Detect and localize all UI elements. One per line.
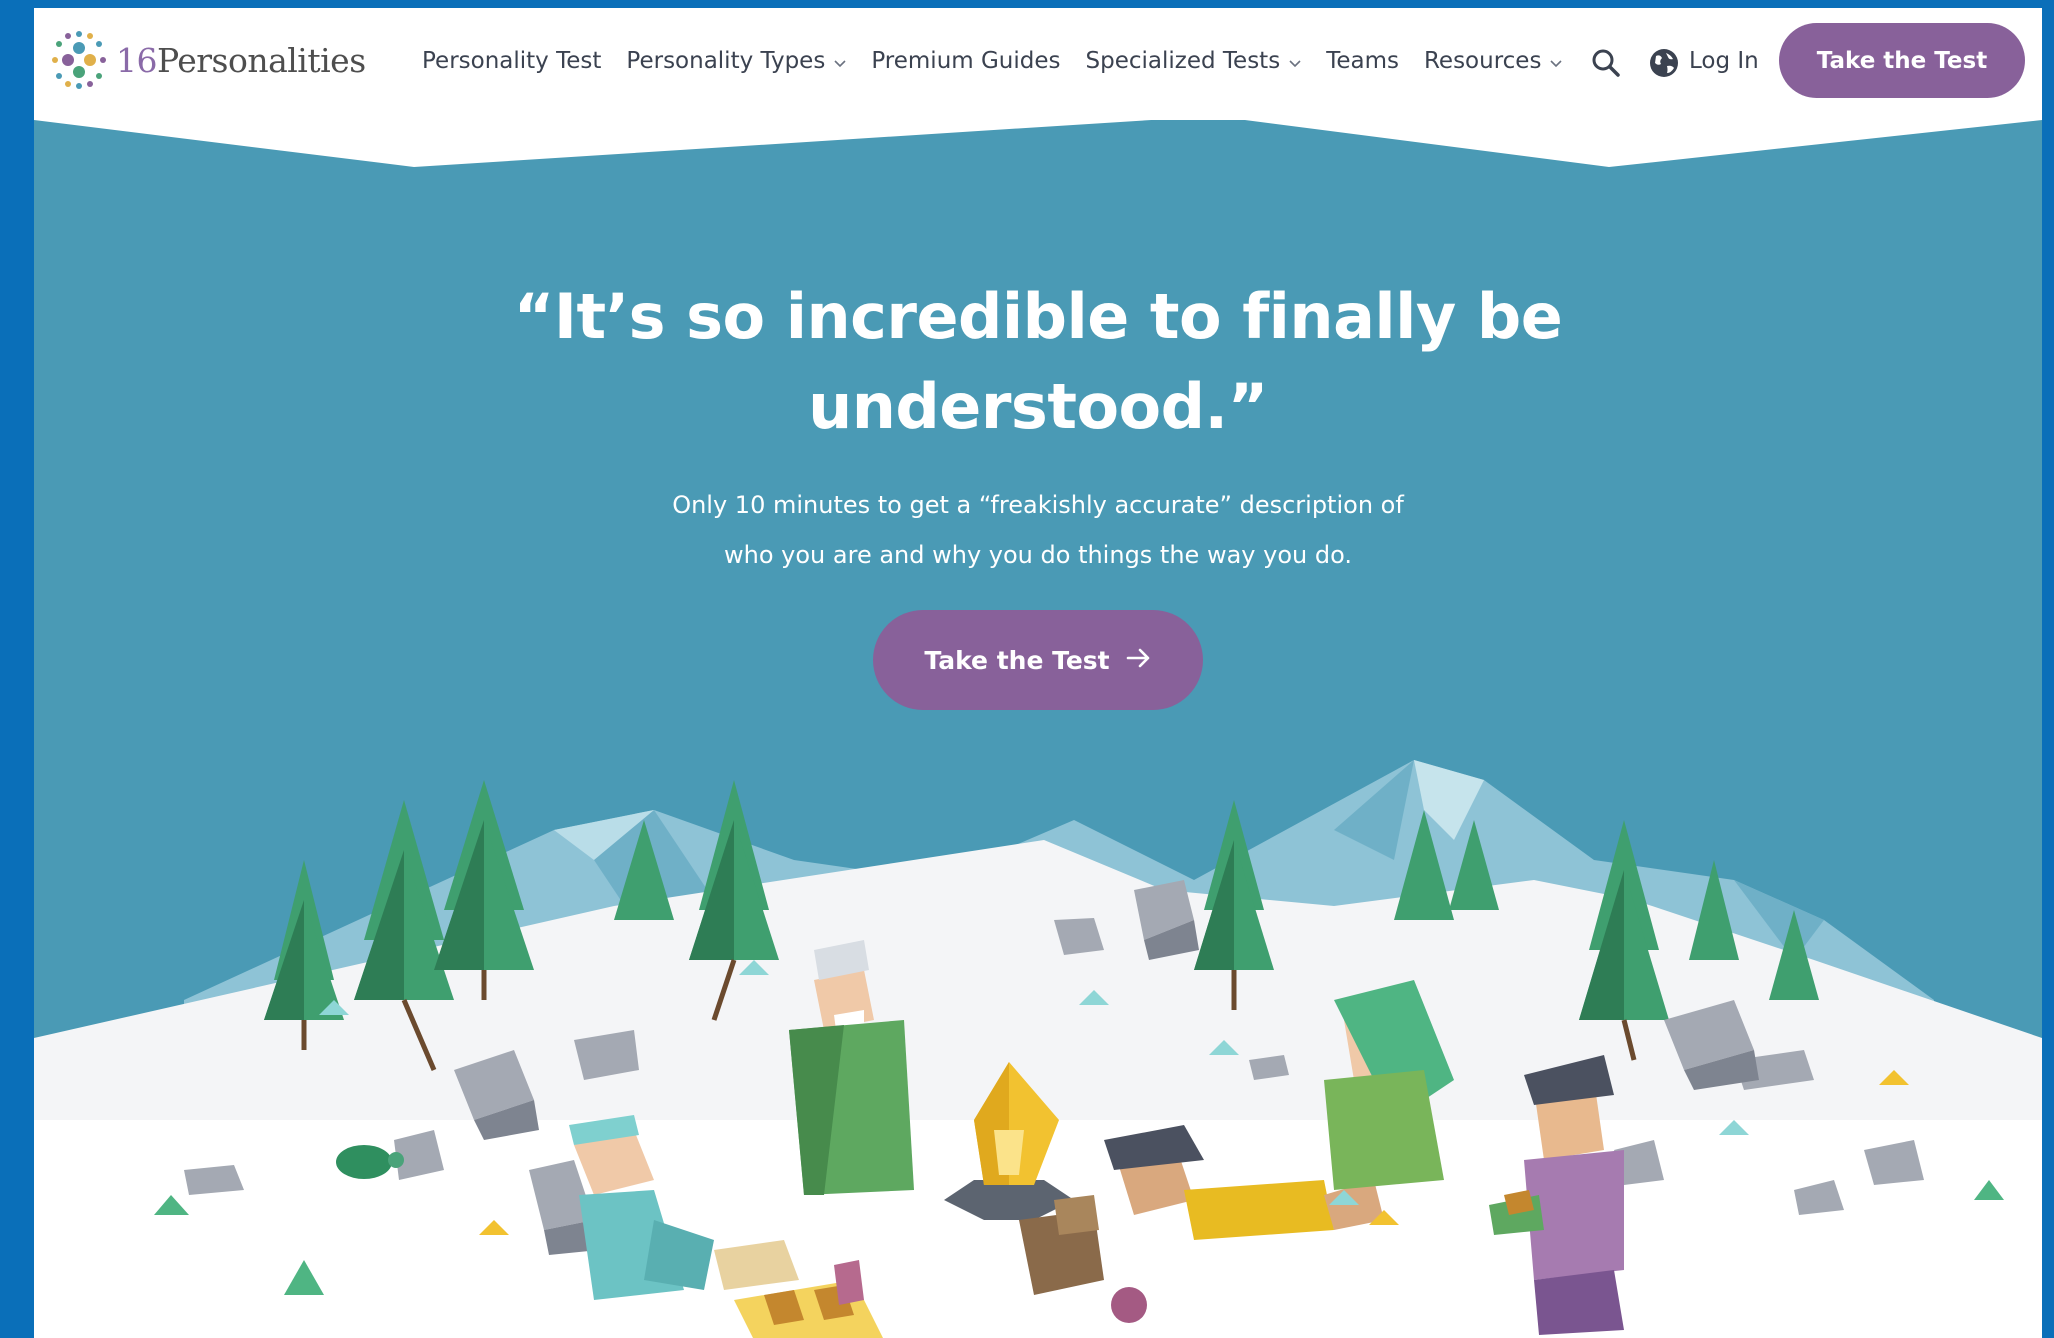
nav-personality-types[interactable]: Personality Types — [626, 48, 846, 74]
logo-number: 16 — [116, 40, 158, 80]
nav-label: Resources — [1423, 48, 1542, 74]
nav-label: Teams — [1326, 48, 1399, 74]
nav-teams[interactable]: Teams — [1326, 48, 1399, 74]
nav-specialized-tests[interactable]: Specialized Tests — [1086, 48, 1302, 74]
site-header: 16Personalities Personality Test Persona… — [34, 8, 2042, 120]
logo-dots-icon — [52, 31, 106, 89]
campfire-illustration — [34, 760, 2042, 1338]
page-frame: 16Personalities Personality Test Persona… — [34, 8, 2042, 1338]
search-icon[interactable] — [1589, 46, 1623, 80]
logo[interactable]: 16Personalities — [48, 28, 366, 92]
nav-label: Personality Test — [422, 48, 602, 74]
nav-label: Specialized Tests — [1085, 48, 1281, 74]
hero-section: “It’s so incredible to finally be unders… — [34, 120, 2042, 1338]
logo-name: Personalities — [157, 40, 366, 80]
nav-resources[interactable]: Resources — [1423, 48, 1563, 74]
chevron-down-icon — [834, 48, 846, 74]
chevron-down-icon — [1289, 48, 1301, 74]
globe-icon[interactable] — [1647, 46, 1681, 80]
nav-premium-guides[interactable]: Premium Guides — [871, 48, 1060, 74]
nav-label: Premium Guides — [871, 48, 1061, 74]
take-test-button-header[interactable]: Take the Test — [1779, 23, 2025, 98]
logo-wordmark: 16Personalities — [116, 41, 366, 80]
chevron-down-icon — [1550, 48, 1563, 74]
nav-label: Personality Types — [626, 48, 826, 74]
nav-personality-test[interactable]: Personality Test — [422, 48, 601, 74]
main-nav: Personality Test Personality Types Premi… — [422, 48, 1587, 74]
login-link[interactable]: Log In — [1689, 48, 1759, 74]
